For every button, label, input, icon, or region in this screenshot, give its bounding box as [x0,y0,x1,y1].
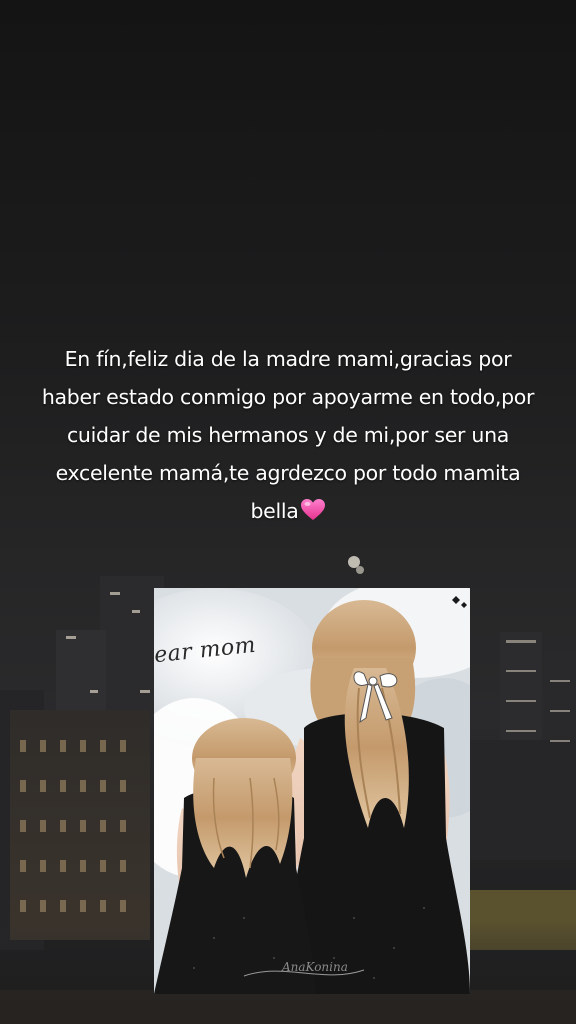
heart-icon [300,499,325,520]
caption-text: En fín,feliz dia de la madre mami,gracia… [41,347,535,523]
caption-text-block: En fín,feliz dia de la madre mami,gracia… [40,340,536,530]
story-screen: En fín,feliz dia de la madre mami,gracia… [0,0,576,1024]
artist-signature: AnaKonina [282,960,348,974]
mother-daughter-illustration: ear mom AnaKonina [154,588,470,994]
